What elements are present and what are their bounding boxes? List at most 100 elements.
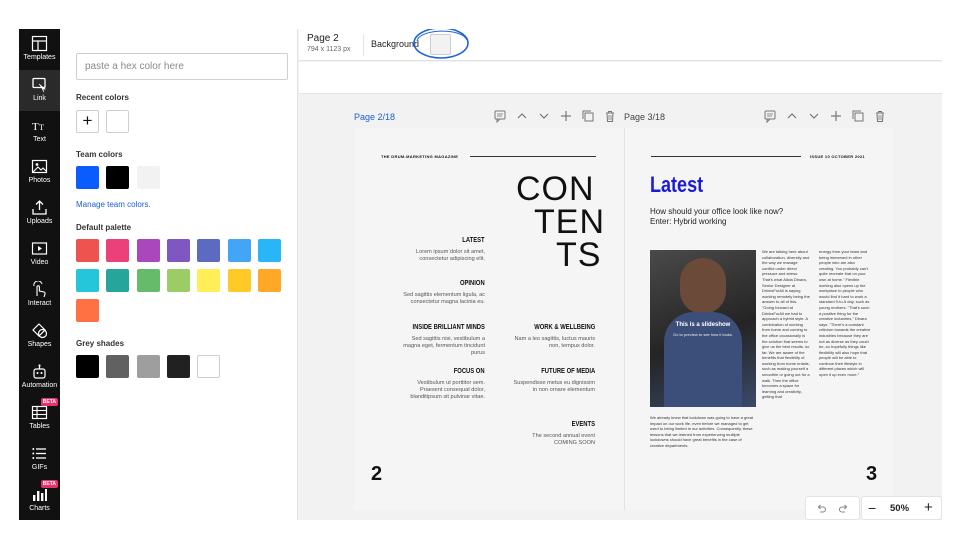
recent-color-swatch[interactable]	[106, 110, 129, 133]
rail-item-label: Charts	[29, 505, 50, 512]
palette-color-swatch[interactable]	[166, 269, 190, 292]
contents-section-title: LATEST	[462, 235, 485, 244]
contents-section-text: Nam a leo sagittis, luctus mauris non, t…	[514, 336, 595, 349]
rail-item-link[interactable]: Link	[19, 70, 60, 111]
rail-item-label: Photos	[28, 177, 51, 184]
rail-item-uploads[interactable]: Uploads	[19, 193, 60, 234]
svg-text:T: T	[32, 121, 39, 133]
contents-section-text: Suspendisse metus eu dignissim in non or…	[513, 380, 595, 393]
rail-item-shapes[interactable]: Shapes	[19, 316, 60, 357]
delete-icon[interactable]	[873, 109, 887, 123]
page-name: Page 2	[307, 33, 339, 44]
add-page-icon[interactable]	[559, 109, 573, 123]
beta-badge: BETA	[40, 398, 58, 406]
redo-icon[interactable]	[838, 503, 849, 514]
link-icon	[32, 77, 47, 93]
duplicate-icon[interactable]	[581, 109, 595, 123]
palette-color-swatch[interactable]	[197, 239, 221, 262]
top-bar: Page 2 794 x 1123 px Background	[299, 29, 942, 61]
recent-colors-title: Recent colors	[76, 93, 129, 102]
page-number: 3	[866, 463, 878, 485]
add-page-icon[interactable]	[829, 109, 843, 123]
undo-icon[interactable]	[816, 503, 827, 514]
palette-color-swatch[interactable]	[257, 269, 281, 292]
delete-icon[interactable]	[603, 109, 617, 123]
beta-badge: BETA	[40, 480, 58, 488]
page-3-canvas[interactable]: ISSUE 10 OCTOBER 2021 Latest How should …	[624, 128, 894, 510]
palette-color-swatch[interactable]	[136, 269, 160, 292]
rail-item-interact[interactable]: Interact	[19, 275, 60, 316]
comment-icon[interactable]	[493, 109, 507, 123]
team-color-swatch[interactable]	[76, 166, 99, 189]
team-color-swatch[interactable]	[106, 166, 130, 189]
page-3-label[interactable]: Page 3/18	[624, 112, 665, 122]
duplicate-icon[interactable]	[851, 109, 865, 123]
photos-icon	[31, 159, 48, 174]
rail-item-text[interactable]: T T Text	[19, 111, 60, 152]
header-rule	[651, 156, 801, 157]
palette-color-swatch[interactable]	[106, 239, 130, 262]
contents-section-text: Lorem ipsum dolor sit amet, consectetur …	[415, 249, 485, 262]
zoom-level: 50%	[890, 503, 910, 514]
gifs-icon	[32, 448, 46, 459]
grey-shade-swatch[interactable]	[197, 355, 221, 378]
palette-color-swatch[interactable]	[76, 239, 99, 262]
zoom-controls: − 50% +	[861, 496, 942, 520]
header-rule	[470, 156, 596, 157]
slideshow[interactable]: This is a slideshow Go to preview to see…	[650, 250, 756, 407]
latest-subtitle: How should your office look like now? En…	[650, 207, 784, 226]
grey-shade-swatch[interactable]	[166, 355, 190, 378]
portrait-head	[680, 258, 726, 314]
palette-color-swatch[interactable]	[197, 269, 221, 292]
move-up-icon[interactable]	[515, 109, 529, 123]
hex-color-input[interactable]	[76, 53, 288, 80]
zoom-out-button[interactable]: −	[868, 500, 876, 516]
rail-item-photos[interactable]: Photos	[19, 152, 60, 193]
move-down-icon[interactable]	[537, 109, 551, 123]
zoom-in-button[interactable]: +	[924, 499, 933, 516]
page-2-canvas[interactable]: THE DRUM-MARKETING MAGAZINE CON TEN TS L…	[354, 128, 624, 510]
slideshow-title: This is a slideshow	[675, 322, 731, 328]
charts-icon	[33, 489, 47, 501]
palette-color-swatch[interactable]	[136, 239, 160, 262]
automation-icon	[33, 364, 46, 379]
grey-shade-swatch[interactable]	[76, 355, 99, 378]
page-2-label[interactable]: Page 2/18	[354, 112, 395, 122]
palette-color-swatch[interactable]	[257, 239, 281, 262]
palette-color-swatch[interactable]	[76, 269, 99, 292]
manage-team-colors-link[interactable]: Manage team colors.	[76, 200, 151, 209]
team-color-swatch[interactable]	[136, 166, 160, 189]
rail-item-tables[interactable]: Tables BETA	[19, 398, 60, 439]
contents-heading: CON TEN TS	[516, 170, 605, 272]
rail-item-templates[interactable]: Templates	[19, 29, 60, 70]
add-color-button[interactable]: +	[76, 110, 99, 133]
comment-icon[interactable]	[763, 109, 777, 123]
article-column-1: We are talking here about collaboration,…	[762, 249, 810, 400]
contents-line-1: CON	[516, 170, 595, 208]
grey-shade-swatch[interactable]	[106, 355, 130, 378]
palette-color-swatch[interactable]	[76, 299, 99, 322]
team-colors-title: Team colors	[76, 150, 123, 159]
rail-item-gifs[interactable]: GIFs	[19, 439, 60, 480]
highlight-circle-icon	[413, 29, 469, 59]
grey-shade-swatch[interactable]	[136, 355, 160, 378]
side-rail: Templates Link T T Text Photos Uploads Video Int…	[19, 29, 60, 520]
contents-section-title: FUTURE OF MEDIA	[541, 366, 595, 375]
rail-item-automation[interactable]: Automation	[19, 357, 60, 398]
rail-item-label: Uploads	[26, 218, 53, 225]
palette-color-swatch[interactable]	[227, 239, 251, 262]
move-down-icon[interactable]	[807, 109, 821, 123]
latest-title: Latest	[650, 172, 704, 197]
contents-section-text: Vestibulum ut porttitor sem. Praesent co…	[410, 380, 485, 400]
rail-item-label: Interact	[27, 300, 52, 307]
issue-label: ISSUE 10 OCTOBER 2021	[810, 154, 865, 159]
rail-item-video[interactable]: Video	[19, 234, 60, 275]
magazine-header: THE DRUM-MARKETING MAGAZINE	[381, 154, 459, 159]
move-up-icon[interactable]	[785, 109, 799, 123]
rail-item-charts[interactable]: Charts BETA	[19, 480, 60, 520]
color-panel: Recent colors + Team colors Manage team …	[60, 29, 298, 520]
palette-color-swatch[interactable]	[166, 239, 190, 262]
palette-color-swatch[interactable]	[227, 269, 251, 292]
palette-color-swatch[interactable]	[106, 269, 130, 292]
rail-item-label: Link	[33, 95, 46, 102]
